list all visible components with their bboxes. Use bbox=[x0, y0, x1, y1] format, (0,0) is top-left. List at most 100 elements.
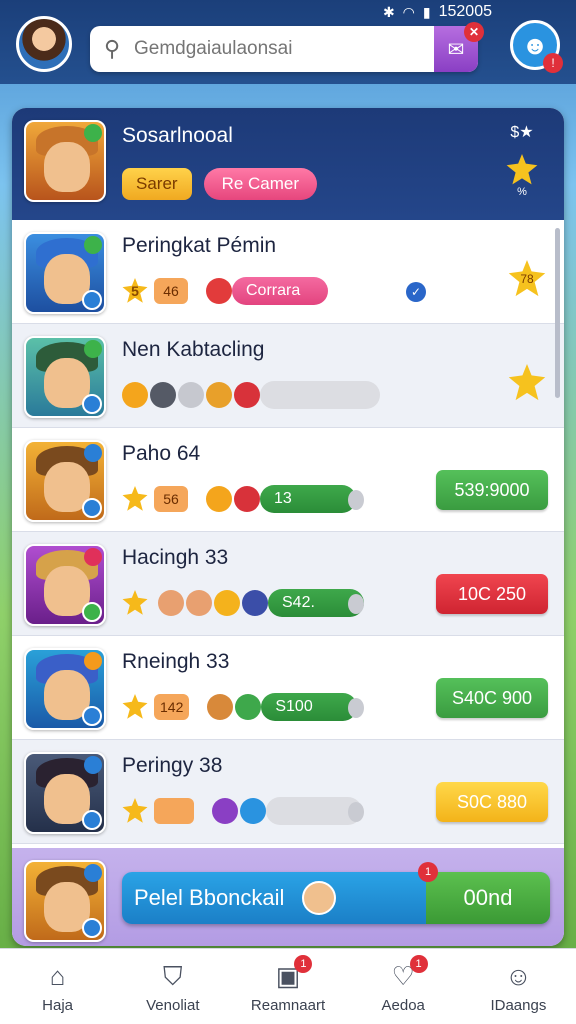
player-avatar bbox=[24, 336, 106, 418]
list-item[interactable]: Paho 64 56 13 539:9000 bbox=[12, 428, 564, 532]
self-row[interactable]: Pelel Bbonckail 00nd 1 bbox=[12, 848, 564, 946]
nav-item-shield[interactable]: ⛉ Venoliat bbox=[115, 949, 230, 1024]
player-avatar bbox=[24, 440, 106, 522]
rank-star-icon bbox=[508, 364, 546, 401]
mini-avatar bbox=[302, 881, 336, 915]
signal-icon: ▮ bbox=[422, 3, 431, 20]
search-bar[interactable]: ⚲ ✉ ✕ bbox=[90, 22, 484, 72]
level-badge bbox=[154, 798, 194, 824]
close-badge: ✕ bbox=[464, 22, 484, 42]
scrollbar[interactable] bbox=[555, 228, 560, 398]
online-dot bbox=[84, 124, 102, 142]
player-name: Peringy 38 bbox=[122, 754, 223, 777]
nav-label: Venoliat bbox=[146, 997, 200, 1014]
gem-icon bbox=[214, 590, 240, 616]
player-avatar bbox=[24, 232, 106, 314]
list-item[interactable]: Rneingh 33 142 S100 S40C 900 bbox=[12, 636, 564, 740]
header-avatar bbox=[24, 120, 106, 202]
level-badge: 56 bbox=[154, 486, 188, 512]
gem-icon bbox=[206, 382, 232, 408]
reward-button[interactable]: S0C 880 bbox=[436, 782, 548, 822]
nav-label: Aedoa bbox=[381, 997, 425, 1014]
star-badge bbox=[122, 590, 148, 615]
leaf-icon bbox=[235, 694, 262, 720]
status-pill: Corrara bbox=[232, 277, 328, 305]
indicator-dot bbox=[348, 802, 364, 822]
secondary-button[interactable]: Re Camer bbox=[203, 168, 318, 200]
wifi-icon: ◠ bbox=[402, 3, 415, 20]
star-badge bbox=[122, 694, 148, 719]
header-rewards: $★ % bbox=[502, 122, 542, 198]
level-badge: 46 bbox=[154, 278, 188, 304]
nav-item-chat[interactable]: ♡ 1 Aedoa bbox=[346, 949, 461, 1024]
nav-item-game[interactable]: ▣ 1 Reamnaart bbox=[230, 949, 345, 1024]
gem-icon bbox=[206, 486, 232, 512]
gem-icon bbox=[178, 382, 204, 408]
indicator-dot bbox=[348, 594, 364, 614]
face-icon bbox=[186, 590, 212, 616]
claim-button-label: 00nd bbox=[463, 885, 513, 910]
header-corner-text: $★ bbox=[510, 124, 534, 141]
header-row[interactable]: Sosarlnooal Sarer Re Camer $★ % bbox=[12, 108, 564, 220]
list-item[interactable]: Hacingh 33 S42. 10C 250 bbox=[12, 532, 564, 636]
indicator-dot bbox=[348, 490, 364, 510]
gem-icon bbox=[122, 382, 148, 408]
rank-star-icon: 78 bbox=[508, 260, 546, 297]
item-icon bbox=[240, 798, 266, 824]
user-avatar[interactable] bbox=[16, 16, 72, 72]
heart-icon bbox=[234, 382, 260, 408]
star-badge bbox=[122, 486, 148, 511]
player-name: Nen Kabtacling bbox=[122, 338, 265, 361]
status-pill: S100 bbox=[261, 693, 358, 721]
bluetooth-icon: ✱ bbox=[382, 3, 395, 20]
nav-item-home[interactable]: ⌂ Haja bbox=[0, 949, 115, 1024]
gem-icon bbox=[150, 382, 176, 408]
face-icon bbox=[158, 590, 184, 616]
nav-label: Reamnaart bbox=[250, 997, 326, 1014]
item-icon bbox=[207, 694, 234, 720]
star-item-icon bbox=[212, 798, 238, 824]
search-input[interactable] bbox=[134, 38, 414, 60]
player-avatar bbox=[24, 648, 106, 730]
indicator-dot bbox=[348, 698, 364, 718]
player-name: Peringkat Pémin bbox=[122, 234, 277, 257]
player-avatar bbox=[24, 544, 106, 626]
search-icon: ⚲ bbox=[103, 36, 121, 61]
shield-icon: ⛉ bbox=[163, 961, 183, 991]
nav-item-profile[interactable]: ☺ IDaangs bbox=[461, 949, 576, 1024]
notification-badge: ! bbox=[543, 53, 563, 73]
level-badge: 142 bbox=[154, 694, 190, 720]
reward-button[interactable]: S40C 900 bbox=[436, 678, 548, 718]
nav-badge: 1 bbox=[294, 955, 313, 973]
claim-bar[interactable]: Pelel Bbonckail 00nd 1 bbox=[122, 862, 550, 924]
self-avatar bbox=[24, 860, 106, 942]
claim-label: Pelel Bbonckail bbox=[134, 885, 285, 910]
chest-icon bbox=[234, 486, 260, 512]
player-name: Hacingh 33 bbox=[122, 546, 229, 569]
chat-button[interactable]: ✉ ✕ bbox=[434, 22, 484, 72]
player-name: Paho 64 bbox=[122, 442, 201, 465]
bottom-nav: ⌂ Haja ⛉ Venoliat ▣ 1 Reamnaart ♡ 1 Aedo… bbox=[0, 948, 576, 1024]
nav-label: Haja bbox=[42, 997, 74, 1014]
top-bar: ✱ ◠ ▮ 152005 ⚲ ✉ ✕ ☻ ! bbox=[0, 0, 576, 84]
star-badge: 5 bbox=[122, 278, 148, 303]
profile-button[interactable]: ☻ ! bbox=[510, 20, 563, 73]
player-name: Rneingh 33 bbox=[122, 650, 230, 673]
list-item[interactable]: Nen Kabtacling bbox=[12, 324, 564, 428]
list-item[interactable]: Peringkat Pémin 5 46 Corrara ✓ 78 bbox=[12, 220, 564, 324]
header-title: Sosarlnooal bbox=[122, 124, 233, 147]
player-avatar bbox=[24, 752, 106, 834]
star-icon bbox=[506, 154, 538, 185]
leaderboard-panel: Sosarlnooal Sarer Re Camer $★ % Peringka… bbox=[12, 108, 564, 946]
primary-button[interactable]: Sarer bbox=[122, 168, 192, 200]
claim-button[interactable]: 00nd 1 bbox=[418, 862, 550, 924]
list-item[interactable]: Peringy 38 S0C 880 bbox=[12, 740, 564, 844]
reward-button[interactable]: 539:9000 bbox=[436, 470, 548, 510]
status-time: 152005 bbox=[438, 3, 492, 20]
star-caption: % bbox=[517, 186, 527, 198]
claim-badge: 1 bbox=[418, 862, 438, 882]
status-bar: ✱ ◠ ▮ 152005 bbox=[383, 2, 492, 22]
reward-button[interactable]: 10C 250 bbox=[436, 574, 548, 614]
nav-label: IDaangs bbox=[490, 997, 547, 1014]
verified-icon: ✓ bbox=[406, 282, 426, 302]
